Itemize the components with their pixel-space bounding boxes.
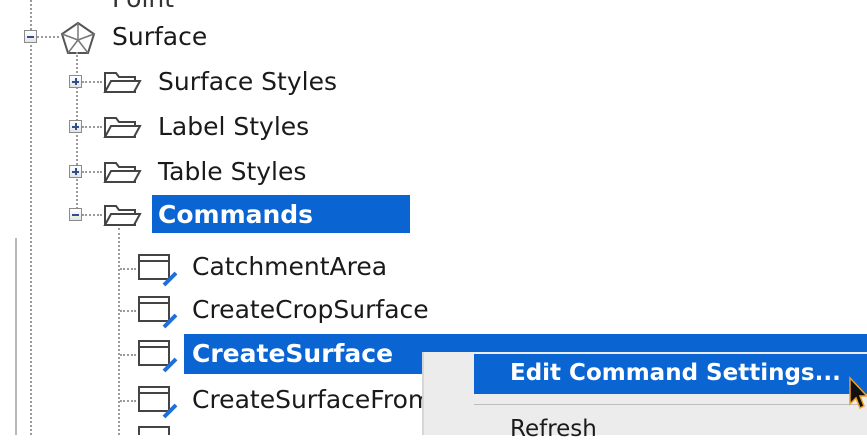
command-item-label: CatchmentArea xyxy=(192,252,388,281)
tree-guide-line xyxy=(118,228,120,435)
tree-branch-line xyxy=(37,36,59,38)
collapse-toggle[interactable] xyxy=(24,30,37,43)
tree-branch-line xyxy=(82,81,102,83)
tree-item-point-label[interactable]: Point xyxy=(112,0,174,14)
panel-divider xyxy=(15,238,17,435)
tree-branch-line xyxy=(82,214,102,216)
tree-branch-line xyxy=(120,400,136,402)
command-window-icon xyxy=(138,340,178,373)
command-window-icon xyxy=(138,254,178,287)
command-window-icon xyxy=(138,426,170,435)
tree-item-label: Surface Styles xyxy=(158,67,338,96)
tree-branch-line xyxy=(120,310,136,312)
command-window-icon xyxy=(138,386,178,419)
command-item-label: CreateCropSurface xyxy=(192,295,429,324)
menu-item-label: Edit Command Settings... xyxy=(510,360,841,386)
command-window-icon xyxy=(138,296,178,329)
command-item-label: CreateSurface xyxy=(192,339,394,368)
tree-item-label: Commands xyxy=(158,200,314,229)
tree-guide-line xyxy=(30,0,32,30)
menu-item-label: Refresh xyxy=(510,416,597,442)
context-menu: Edit Command Settings... Refresh xyxy=(424,352,867,442)
surface-pentagon-icon xyxy=(60,21,96,54)
command-item-label: CreateSurfaceFrom xyxy=(192,385,433,414)
tree-branch-line xyxy=(82,126,102,128)
mouse-pointer-icon xyxy=(849,376,867,410)
menu-separator xyxy=(474,404,864,405)
folder-open-icon xyxy=(103,72,142,93)
folder-open-icon xyxy=(103,162,142,183)
tree-item-label: Table Styles xyxy=(158,157,307,186)
tree-item-surface-label: Surface xyxy=(112,22,208,51)
expand-toggle[interactable] xyxy=(69,120,82,133)
folder-open-icon xyxy=(103,205,142,226)
tree-guide-line xyxy=(30,45,32,435)
expand-toggle[interactable] xyxy=(69,165,82,178)
collapse-toggle[interactable] xyxy=(69,208,82,221)
folder-open-icon xyxy=(103,117,142,138)
tree-item-label: Label Styles xyxy=(158,112,310,141)
tree-branch-line xyxy=(120,354,136,356)
expand-toggle[interactable] xyxy=(69,75,82,88)
tree-branch-line xyxy=(120,268,136,270)
tree-branch-line xyxy=(82,171,102,173)
